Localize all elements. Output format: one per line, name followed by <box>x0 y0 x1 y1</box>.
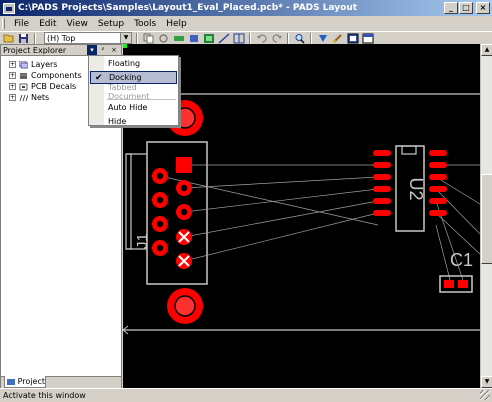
component-icon <box>19 72 28 79</box>
menubar-grip[interactable] <box>2 18 5 29</box>
menu-help[interactable]: Help <box>161 19 192 29</box>
menu-item-auto-hide[interactable]: Auto Hide <box>90 101 177 114</box>
chevron-down-icon[interactable]: ▼ <box>120 33 131 43</box>
status-text: Activate this window <box>3 391 86 400</box>
j1-pads <box>152 157 192 269</box>
expand-icon[interactable]: + <box>9 61 16 68</box>
menu-item-hide[interactable]: Hide <box>90 115 177 128</box>
save-icon[interactable] <box>17 32 30 44</box>
toolbar-separator <box>287 32 289 44</box>
maximize-button[interactable]: □ <box>459 2 473 14</box>
toolbar-separator <box>136 32 138 44</box>
project-explorer-title: Project Explorer <box>3 45 67 55</box>
tree-item-label: Nets <box>31 93 50 102</box>
toolbar: (H) Top ▼ <box>0 31 492 44</box>
expand-icon[interactable]: + <box>9 83 16 90</box>
project-icon <box>7 378 15 385</box>
board-icon[interactable] <box>202 32 215 44</box>
c1-pad-2 <box>458 280 468 288</box>
c1-pad-1 <box>444 280 454 288</box>
tree-item-label: PCB Decals <box>31 82 77 91</box>
brush-icon[interactable] <box>331 32 344 44</box>
menu-item-label: Floating <box>108 59 141 68</box>
refresh-icon[interactable] <box>157 32 170 44</box>
menu-view[interactable]: View <box>62 19 93 29</box>
scroll-up-icon[interactable]: ▲ <box>481 44 492 56</box>
tab-project[interactable]: Project <box>4 376 46 388</box>
toolbar-separator <box>310 32 312 44</box>
nets-icon <box>19 94 28 101</box>
close-panel-icon[interactable]: × <box>109 45 119 55</box>
tab-project-label: Project <box>17 377 45 386</box>
title-bar: C:\PADS Projects\Samples\Layout1_Eval_Pl… <box>0 0 492 16</box>
expand-icon[interactable]: + <box>9 94 16 101</box>
layers-icon <box>19 60 28 68</box>
undo-icon[interactable] <box>255 32 268 44</box>
menu-bar: File Edit View Setup Tools Help <box>0 16 492 31</box>
zoom-icon[interactable] <box>293 32 306 44</box>
checkmark-icon: ✔ <box>95 73 103 83</box>
menu-edit[interactable]: Edit <box>34 19 61 29</box>
window-icon[interactable] <box>361 32 374 44</box>
menu-item-label: Hide <box>108 117 127 126</box>
window-title: C:\PADS Projects\Samples\Layout1_Eval_Pl… <box>18 3 358 13</box>
menu-setup[interactable]: Setup <box>93 19 129 29</box>
scrollbar-thumb[interactable] <box>481 174 492 264</box>
close-button[interactable]: × <box>476 2 490 14</box>
menu-tools[interactable]: Tools <box>129 19 161 29</box>
menu-item-label: Tabbed Document <box>108 82 150 101</box>
menu-item-label: Auto Hide <box>108 103 148 112</box>
expand-icon[interactable]: + <box>9 72 16 79</box>
measure-icon[interactable] <box>217 32 230 44</box>
menu-item-label: Docking <box>109 73 142 82</box>
scroll-down-icon[interactable]: ▼ <box>481 376 492 388</box>
u2-label: U2 <box>406 177 426 200</box>
layers-icon[interactable] <box>346 32 359 44</box>
app-icon[interactable] <box>3 2 15 14</box>
status-bar: Activate this window <box>0 388 492 402</box>
c1-label: C1 <box>450 250 473 270</box>
panel-menu-chevron-icon[interactable]: ▾ <box>87 45 97 55</box>
layer-select-value: (H) Top <box>47 33 76 43</box>
origin-marker <box>123 44 127 48</box>
route-icon[interactable] <box>172 32 185 44</box>
tree-item-label: Components <box>31 71 82 80</box>
toolbar-separator <box>249 32 251 44</box>
tree-item-label: Layers <box>31 60 58 69</box>
toolbar-separator <box>34 32 36 44</box>
j1-label: J1 <box>134 233 151 249</box>
copy-icon[interactable] <box>142 32 155 44</box>
menu-item-tabbed-document: Tabbed Document <box>90 82 177 101</box>
open-icon[interactable] <box>2 32 15 44</box>
resize-grip-icon[interactable] <box>480 390 490 400</box>
grid-icon[interactable] <box>232 32 245 44</box>
explorer-tabbar: Project <box>1 376 121 388</box>
docking-context-menu: Floating ✔ Docking Tabbed Document Auto … <box>88 55 179 126</box>
menu-item-floating[interactable]: Floating <box>90 57 177 70</box>
ratsnest-lines <box>159 164 480 281</box>
design-icon[interactable] <box>316 32 329 44</box>
vertical-scrollbar[interactable]: ▲ ▼ <box>480 44 492 388</box>
minimize-button[interactable]: _ <box>444 2 458 14</box>
redo-icon[interactable] <box>270 32 283 44</box>
component-icon[interactable] <box>187 32 200 44</box>
pin-icon[interactable]: ᵖ <box>98 45 108 55</box>
menu-file[interactable]: File <box>9 19 34 29</box>
decal-icon <box>19 83 28 90</box>
layer-select[interactable]: (H) Top ▼ <box>44 32 132 44</box>
